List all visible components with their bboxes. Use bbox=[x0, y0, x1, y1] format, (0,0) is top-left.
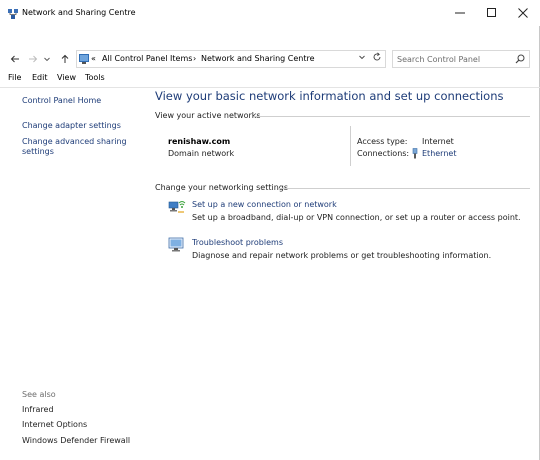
network-sharing-window: Network and Sharing Centre « All Control… bbox=[0, 0, 540, 460]
ethernet-icon bbox=[411, 148, 419, 161]
address-bar[interactable]: « All Control Panel Items › Network and … bbox=[76, 50, 386, 68]
close-icon bbox=[518, 8, 528, 18]
address-dropdown-button[interactable] bbox=[358, 53, 366, 63]
menu-view[interactable]: View bbox=[57, 73, 76, 82]
troubleshoot-problems-link[interactable]: Troubleshoot problems bbox=[192, 238, 283, 247]
forward-button[interactable] bbox=[26, 52, 40, 66]
change-advanced-sharing-settings-link-line2[interactable]: settings bbox=[22, 147, 54, 157]
up-arrow-icon bbox=[61, 54, 69, 63]
windows-defender-firewall-link[interactable]: Windows Defender Firewall bbox=[22, 436, 130, 445]
menu-tools[interactable]: Tools bbox=[85, 73, 105, 82]
troubleshoot-icon bbox=[168, 237, 186, 255]
network-name: renishaw.com bbox=[168, 137, 231, 146]
back-button[interactable] bbox=[8, 52, 22, 66]
network-sharing-centre-icon bbox=[8, 9, 18, 19]
breadcrumb-overflow[interactable]: « bbox=[91, 54, 96, 63]
control-panel-home-link[interactable]: Control Panel Home bbox=[22, 96, 101, 106]
active-networks-heading: View your active networks bbox=[155, 111, 261, 120]
close-button[interactable] bbox=[507, 0, 539, 26]
recent-locations-button[interactable] bbox=[40, 52, 54, 66]
search-icon[interactable] bbox=[515, 54, 525, 66]
maximize-button[interactable] bbox=[476, 0, 508, 26]
minimize-icon bbox=[455, 12, 465, 14]
network-type: Domain network bbox=[168, 149, 235, 158]
troubleshoot-problems-description: Diagnose and repair network problems or … bbox=[192, 251, 492, 260]
up-button[interactable] bbox=[58, 52, 72, 66]
chevron-down-icon bbox=[359, 55, 365, 60]
setup-new-connection-description: Set up a broadband, dial-up or VPN conne… bbox=[192, 213, 521, 222]
access-type-label: Access type: bbox=[357, 137, 408, 146]
menu-file[interactable]: File bbox=[8, 73, 21, 82]
active-networks-divider bbox=[254, 116, 530, 117]
menu-bar: File Edit View Tools bbox=[0, 71, 540, 88]
change-settings-divider bbox=[278, 188, 530, 189]
back-arrow-icon bbox=[10, 55, 19, 63]
change-adapter-settings-link[interactable]: Change adapter settings bbox=[22, 121, 121, 131]
page-title: View your basic network information and … bbox=[155, 89, 504, 103]
change-advanced-sharing-settings-link[interactable]: Change advanced sharing bbox=[22, 137, 127, 147]
ethernet-connection-link[interactable]: Ethernet bbox=[422, 149, 456, 158]
breadcrumb-item-network-and-sharing-centre[interactable]: Network and Sharing Centre bbox=[201, 54, 315, 63]
change-networking-settings-heading: Change your networking settings bbox=[155, 183, 289, 192]
search-input[interactable] bbox=[397, 53, 507, 65]
internet-options-link[interactable]: Internet Options bbox=[22, 420, 87, 429]
connections-label: Connections: bbox=[357, 149, 410, 158]
see-also-heading: See also bbox=[22, 390, 56, 399]
forward-arrow-icon bbox=[29, 55, 38, 63]
network-details-divider bbox=[350, 126, 351, 166]
maximize-icon bbox=[487, 8, 496, 17]
refresh-icon bbox=[373, 52, 381, 61]
infrared-link[interactable]: Infrared bbox=[22, 405, 54, 414]
breadcrumb-separator: › bbox=[193, 54, 197, 63]
window-title: Network and Sharing Centre bbox=[22, 8, 136, 17]
title-bar[interactable]: Network and Sharing Centre bbox=[0, 0, 540, 26]
access-type-value: Internet bbox=[422, 137, 454, 146]
search-box[interactable] bbox=[392, 50, 530, 68]
refresh-button[interactable] bbox=[372, 52, 382, 64]
control-panel-icon bbox=[78, 52, 90, 68]
chevron-down-icon bbox=[44, 57, 50, 62]
minimize-button[interactable] bbox=[444, 0, 476, 26]
breadcrumb-item-all-control-panel-items[interactable]: All Control Panel Items bbox=[102, 54, 192, 63]
menu-edit[interactable]: Edit bbox=[32, 73, 48, 82]
setup-new-connection-link[interactable]: Set up a new connection or network bbox=[192, 200, 337, 209]
new-connection-icon bbox=[168, 199, 186, 217]
